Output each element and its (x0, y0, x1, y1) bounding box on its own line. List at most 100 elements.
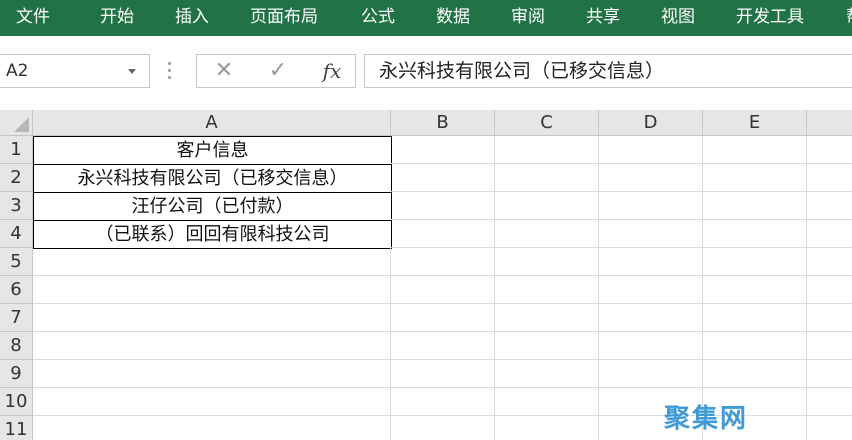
tab-view[interactable]: 视图 (661, 0, 695, 36)
cell-f6[interactable] (807, 276, 852, 304)
cell-a2[interactable]: 永兴科技有限公司（已移交信息） (33, 165, 392, 193)
cell-f8[interactable] (807, 332, 852, 360)
cell-c9[interactable] (495, 360, 599, 388)
tab-help[interactable]: 帮 (846, 0, 852, 36)
cell-d7[interactable] (599, 304, 703, 332)
close-icon[interactable]: ✕ (209, 55, 239, 87)
cell-e7[interactable] (703, 304, 807, 332)
cell-a6[interactable] (33, 276, 391, 304)
cell-d2[interactable] (599, 164, 703, 192)
cell-a1[interactable]: 客户信息 (33, 136, 392, 165)
tab-page-layout[interactable]: 页面布局 (250, 0, 318, 36)
tab-formulas[interactable]: 公式 (361, 0, 395, 36)
cell-c4[interactable] (495, 220, 599, 248)
cell-c11[interactable] (495, 416, 599, 440)
column-header-d[interactable]: D (599, 110, 703, 136)
row-header-6[interactable]: 6 (0, 276, 33, 304)
cell-e4[interactable] (703, 220, 807, 248)
cell-d8[interactable] (599, 332, 703, 360)
cell-b10[interactable] (391, 388, 495, 416)
cell-f4[interactable] (807, 220, 852, 248)
cell-d6[interactable] (599, 276, 703, 304)
cell-d9[interactable] (599, 360, 703, 388)
cell-b4[interactable] (391, 220, 495, 248)
fx-icon[interactable]: fx (317, 55, 347, 87)
cell-d5[interactable] (599, 248, 703, 276)
tab-review[interactable]: 审阅 (511, 0, 545, 36)
cell-c2[interactable] (495, 164, 599, 192)
row-header-1[interactable]: 1 (0, 136, 33, 164)
row-header-10[interactable]: 10 (0, 388, 33, 416)
cell-b8[interactable] (391, 332, 495, 360)
cell-e3[interactable] (703, 192, 807, 220)
column-header-f[interactable] (807, 110, 852, 136)
cell-f7[interactable] (807, 304, 852, 332)
formula-value: 永兴科技有限公司（已移交信息） (379, 60, 665, 82)
tab-home[interactable]: 开始 (100, 0, 134, 36)
cell-a9[interactable] (33, 360, 391, 388)
cell-e8[interactable] (703, 332, 807, 360)
tab-file[interactable]: 文件 (16, 0, 50, 36)
row-header-3[interactable]: 3 (0, 192, 33, 220)
cell-f3[interactable] (807, 192, 852, 220)
cell-e6[interactable] (703, 276, 807, 304)
column-header-a[interactable]: A (33, 110, 391, 136)
cell-e5[interactable] (703, 248, 807, 276)
cell-b3[interactable] (391, 192, 495, 220)
row-header-4[interactable]: 4 (0, 220, 33, 248)
row-header-2[interactable]: 2 (0, 164, 33, 192)
name-box[interactable]: A2 (0, 54, 150, 88)
row-header-5[interactable]: 5 (0, 248, 33, 276)
select-all-button[interactable] (0, 110, 33, 136)
cell-f1[interactable] (807, 136, 852, 164)
cell-a5[interactable] (33, 248, 391, 276)
cell-b1[interactable] (391, 136, 495, 164)
cell-f10[interactable] (807, 388, 852, 416)
column-header-b[interactable]: B (391, 110, 495, 136)
cell-f2[interactable] (807, 164, 852, 192)
cell-a7[interactable] (33, 304, 391, 332)
name-box-value: A2 (6, 61, 29, 81)
cell-e2[interactable] (703, 164, 807, 192)
tab-share[interactable]: 共享 (586, 0, 620, 36)
cell-c3[interactable] (495, 192, 599, 220)
cell-b6[interactable] (391, 276, 495, 304)
tab-developer[interactable]: 开发工具 (736, 0, 804, 36)
cell-b5[interactable] (391, 248, 495, 276)
cell-c6[interactable] (495, 276, 599, 304)
tab-insert[interactable]: 插入 (175, 0, 209, 36)
cell-b11[interactable] (391, 416, 495, 440)
formula-input[interactable]: 永兴科技有限公司（已移交信息） (364, 54, 852, 88)
cell-a4[interactable]: （已联系）回回有限科技公司 (33, 221, 392, 249)
check-icon[interactable]: ✓ (263, 55, 293, 87)
row-header-7[interactable]: 7 (0, 304, 33, 332)
cell-b2[interactable] (391, 164, 495, 192)
cell-c10[interactable] (495, 388, 599, 416)
cell-d1[interactable] (599, 136, 703, 164)
cell-a10[interactable] (33, 388, 391, 416)
column-header-e[interactable]: E (703, 110, 807, 136)
cell-b7[interactable] (391, 304, 495, 332)
cell-d3[interactable] (599, 192, 703, 220)
cell-f11[interactable] (807, 416, 852, 440)
cell-a3[interactable]: 汪仔公司（已付款） (33, 193, 392, 221)
cell-a8[interactable] (33, 332, 391, 360)
cell-f5[interactable] (807, 248, 852, 276)
drag-handle-icon[interactable] (168, 62, 172, 80)
cell-b9[interactable] (391, 360, 495, 388)
cell-c1[interactable] (495, 136, 599, 164)
tab-data[interactable]: 数据 (436, 0, 470, 36)
cell-d4[interactable] (599, 220, 703, 248)
row-header-9[interactable]: 9 (0, 360, 33, 388)
cell-f9[interactable] (807, 360, 852, 388)
chevron-down-icon[interactable] (128, 69, 136, 74)
cell-a11[interactable] (33, 416, 391, 440)
cell-c8[interactable] (495, 332, 599, 360)
row-header-8[interactable]: 8 (0, 332, 33, 360)
cell-c5[interactable] (495, 248, 599, 276)
row-header-11[interactable]: 11 (0, 416, 33, 440)
cell-e9[interactable] (703, 360, 807, 388)
cell-c7[interactable] (495, 304, 599, 332)
column-header-c[interactable]: C (495, 110, 599, 136)
cell-e1[interactable] (703, 136, 807, 164)
